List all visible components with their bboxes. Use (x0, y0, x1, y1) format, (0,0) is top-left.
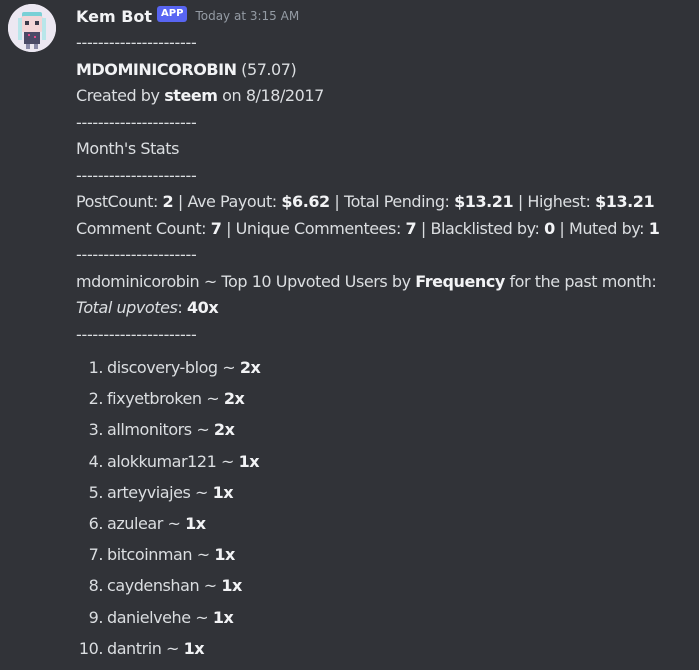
list-item-user: caydenshan ~ (107, 576, 217, 596)
list-item: 5. arteyviajes ~ 1x (76, 477, 659, 508)
upvotes-intro-prefix: mdominicorobin ~ Top 10 Upvoted Users by (76, 271, 411, 291)
list-item-number: 1. (88, 358, 104, 377)
section-title: Month's Stats (76, 139, 179, 158)
message-timestamp[interactable]: Today at 3:15 AM (195, 9, 299, 23)
list-item: 7. bitcoinman ~ 1x (76, 539, 659, 570)
list-item-number: 3. (88, 420, 104, 440)
list-item-count: 1x (238, 451, 260, 471)
created-by-line: Created by steem on 8/18/2017 (76, 83, 659, 110)
app-badge: APP (157, 6, 188, 22)
list-item-user: discovery-blog ~ (107, 358, 236, 377)
unique-commentees-label: Unique Commentees: (235, 218, 402, 238)
post-count-value: 2 (162, 192, 174, 211)
highest-value: $13.21 (595, 192, 655, 211)
list-item-number: 9. (88, 607, 104, 627)
muted-value: 1 (648, 218, 660, 238)
profile-line: MDOMINICOROBIN (57.07) (76, 57, 659, 84)
separator: ---------------------- (76, 165, 197, 185)
list-item-count: 2x (223, 389, 245, 409)
separator: ---------------------- (76, 324, 197, 344)
comment-count-label: Comment Count: (76, 218, 207, 238)
list-item-user: alokkumar121 ~ (107, 451, 234, 471)
comment-stats-line: Comment Count: 7 | Unique Commentees: 7 … (76, 216, 660, 243)
list-item-user: bitcoinman ~ (107, 545, 210, 565)
list-item-count: 1x (212, 607, 234, 627)
list-item: 1. discovery-blog ~ 2x (76, 352, 659, 383)
created-date: 8/18/2017 (245, 86, 324, 105)
list-item-number: 6. (88, 513, 104, 533)
total-pending-value: $13.21 (454, 192, 514, 211)
list-item: 2. fixyetbroken ~ 2x (76, 383, 659, 414)
upvotes-intro: mdominicorobin ~ Top 10 Upvoted Users by… (76, 269, 659, 296)
list-item-user: dantrin ~ (107, 638, 179, 658)
list-item-number: 5. (88, 482, 104, 502)
list-item-number: 10. (78, 638, 104, 658)
blacklisted-value: 0 (544, 218, 555, 238)
profile-reputation: (57.07) (241, 59, 297, 79)
list-item-count: 1x (221, 576, 242, 596)
author-name[interactable]: Kem Bot (76, 7, 152, 26)
list-item: 9. danielvehe ~ 1x (76, 602, 659, 633)
list-item: 8. caydenshan ~ 1x (76, 570, 659, 601)
list-item-number: 4. (88, 451, 104, 471)
ave-payout-label: Ave Payout: (187, 192, 277, 211)
message-header: Kem Bot APP Today at 3:15 AM (76, 3, 299, 29)
total-upvotes-colon: : (177, 298, 183, 317)
upvotes-intro-suffix: for the past month: (509, 271, 657, 291)
upvoted-users-list: 1. discovery-blog ~ 2x 2. fixyetbroken ~ 2… (76, 352, 659, 664)
highest-label: Highest: (527, 192, 591, 211)
list-item-user: azulear ~ (107, 513, 181, 533)
blacklisted-label: Blacklisted by: (430, 218, 540, 238)
list-item-user: danielvehe ~ (107, 607, 209, 627)
list-item-count: 2x (239, 358, 261, 377)
separator: ---------------------- (76, 245, 197, 264)
list-item-count: 1x (183, 638, 205, 658)
separator: ---------------------- (76, 33, 197, 52)
divider: | (334, 192, 340, 211)
comment-count-value: 7 (210, 218, 222, 238)
list-item-count: 2x (213, 420, 235, 440)
total-pending-label: Total Pending: (343, 192, 450, 211)
post-stats-line: PostCount: 2 | Ave Payout: $6.62 | Total… (76, 189, 659, 216)
profile-username: MDOMINICOROBIN (76, 59, 237, 79)
list-item-count: 1x (214, 545, 235, 565)
list-item-count: 1x (212, 482, 234, 502)
creator-name: steem (164, 86, 218, 105)
list-item-count: 1x (185, 513, 206, 533)
total-upvotes-label: Total upvotes (76, 298, 178, 317)
list-item-number: 7. (88, 545, 104, 565)
separator: ---------------------- (76, 112, 197, 132)
list-item: 6. azulear ~ 1x (76, 508, 659, 539)
created-on-prefix: on (222, 86, 242, 105)
list-item: 4. alokkumar121 ~ 1x (76, 446, 659, 477)
list-item-user: arteyviajes ~ (107, 482, 208, 502)
message-content: ---------------------- MDOMINICOROBIN (5… (76, 30, 660, 664)
list-item: 10. dantrin ~ 1x (76, 633, 659, 664)
unique-commentees-value: 7 (405, 218, 417, 238)
divider: | (517, 192, 523, 211)
list-item: 3. allmonitors ~ 2x (76, 414, 659, 445)
ave-payout-value: $6.62 (281, 192, 330, 211)
divider: | (420, 218, 426, 238)
divider: | (559, 218, 565, 238)
avatar[interactable] (8, 4, 56, 52)
chat-message: Kem Bot APP Today at 3:15 AM -----------… (0, 0, 699, 670)
bot-avatar-icon (8, 4, 56, 52)
list-item-number: 2. (88, 389, 104, 409)
total-upvotes-value: 40x (186, 298, 219, 317)
list-item-user: fixyetbroken ~ (107, 389, 220, 409)
divider: | (177, 192, 183, 211)
upvotes-intro-bold: Frequency (415, 271, 505, 291)
created-by-prefix: Created by (76, 86, 160, 105)
list-item-number: 8. (88, 576, 104, 596)
total-upvotes-line: Total upvotes: 40x (76, 295, 659, 322)
list-item-user: allmonitors ~ (107, 420, 210, 440)
post-count-label: PostCount: (76, 192, 158, 211)
divider: | (226, 218, 232, 238)
muted-label: Muted by: (569, 218, 645, 238)
